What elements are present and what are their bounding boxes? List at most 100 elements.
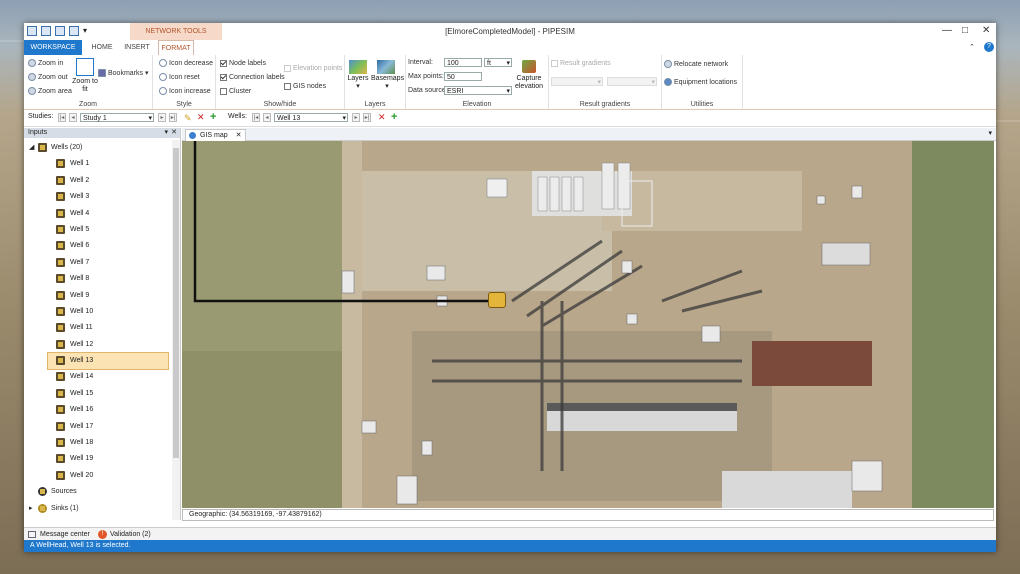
well-label: Well 13 <box>70 357 94 365</box>
tab-close-icon[interactable]: ✕ <box>236 132 242 139</box>
wellhead-icon <box>56 257 65 267</box>
scrollbar-thumb[interactable] <box>173 148 179 458</box>
gis-nodes-checkbox[interactable]: GIS nodes <box>284 83 326 90</box>
tree-node-well[interactable]: Well 13 <box>47 352 169 371</box>
tree-node-well[interactable]: Well 9 <box>24 288 170 304</box>
layers-icon[interactable] <box>349 60 367 74</box>
gradient-case-select[interactable]: ▾ <box>607 77 657 86</box>
tab-message-center[interactable]: Message center <box>28 529 90 540</box>
gradient-property-select[interactable]: ▾ <box>551 77 603 86</box>
document-tab-bar: GIS map ✕ ▾ <box>182 128 996 141</box>
elevation-points-checkbox[interactable]: Elevation points <box>284 65 342 72</box>
first-study-button[interactable]: |◂ <box>58 113 66 122</box>
data-source-select[interactable]: ESRI ▾ <box>444 86 512 95</box>
tree-node-sources[interactable]: Sources <box>24 484 170 500</box>
ribbon: Zoom in Zoom out Zoom area Zoom to fit B… <box>24 55 996 110</box>
tree-node-well[interactable]: Well 3 <box>24 189 170 205</box>
edit-study-icon[interactable]: ✎ <box>184 113 192 124</box>
basemaps-button[interactable]: Basemaps ▾ <box>371 75 404 90</box>
tree-node-well[interactable]: Well 2 <box>24 173 170 189</box>
tree-node-wells[interactable]: ◢ Wells (20) <box>24 140 170 156</box>
gis-map-canvas[interactable] <box>182 141 994 508</box>
minimize-icon[interactable]: — <box>942 25 952 36</box>
zoom-to-fit-button[interactable]: Zoom to fit <box>70 78 100 94</box>
icon-decrease-button[interactable]: Icon decrease <box>159 59 213 67</box>
collapse-icon[interactable]: ◢ <box>29 140 34 156</box>
tree-node-sinks[interactable]: ▸ Sinks (1) <box>24 501 170 517</box>
wellhead-icon <box>56 421 65 431</box>
ribbon-collapse-icon[interactable]: ⌃ <box>969 43 975 51</box>
well-label: Well 10 <box>70 307 94 315</box>
pane-close-icon[interactable]: ✕ <box>171 128 177 138</box>
first-well-button[interactable]: |◂ <box>252 113 260 122</box>
warning-icon: ! <box>98 530 107 539</box>
tree-node-well[interactable]: Well 16 <box>24 402 170 418</box>
node-labels-checkbox[interactable]: Node labels <box>220 60 266 67</box>
zoom-out-button[interactable]: Zoom out <box>28 73 68 81</box>
tree-node-well[interactable]: Well 11 <box>24 320 170 336</box>
next-study-button[interactable]: ▸ <box>158 113 166 122</box>
interval-unit-select[interactable]: ft ▾ <box>484 58 512 67</box>
last-study-button[interactable]: ▸| <box>169 113 177 122</box>
well-label: Well 12 <box>70 340 94 348</box>
study-select[interactable]: Study 1 ▾ <box>80 113 154 122</box>
help-icon[interactable]: ? <box>984 42 994 52</box>
icon-reset-button[interactable]: Icon reset <box>159 73 200 81</box>
last-well-button[interactable]: ▸| <box>363 113 371 122</box>
layers-button[interactable]: Layers ▾ <box>345 75 371 90</box>
zoom-in-button[interactable]: Zoom in <box>28 59 63 67</box>
relocate-network-button[interactable]: Relocate network <box>664 60 728 68</box>
wellhead-well-13-icon[interactable] <box>488 292 506 308</box>
next-well-button[interactable]: ▸ <box>352 113 360 122</box>
prev-well-button[interactable]: ◂ <box>263 113 271 122</box>
message-icon <box>28 531 36 538</box>
pane-dropdown-icon[interactable]: ▾ <box>164 128 168 138</box>
prev-study-button[interactable]: ◂ <box>69 113 77 122</box>
basemaps-icon[interactable] <box>377 60 395 74</box>
add-study-icon[interactable]: + <box>210 111 216 123</box>
well-select[interactable]: Well 13 ▾ <box>274 113 348 122</box>
capture-elevation-button[interactable]: Capture elevation <box>510 75 548 91</box>
tree-node-well[interactable]: Well 7 <box>24 255 170 271</box>
connection-labels-checkbox[interactable]: Connection labels <box>220 74 285 81</box>
capture-elevation-icon[interactable] <box>522 60 536 73</box>
tab-workspace[interactable]: WORKSPACE <box>24 40 82 55</box>
maximize-icon[interactable]: □ <box>962 25 968 36</box>
tree-node-well[interactable]: Well 19 <box>24 451 170 467</box>
bookmarks-button[interactable]: Bookmarks ▾ <box>98 69 149 77</box>
close-icon[interactable]: ✕ <box>982 25 990 36</box>
zoom-area-button[interactable]: Zoom area <box>28 87 72 95</box>
tree-node-well[interactable]: Well 17 <box>24 419 170 435</box>
cluster-checkbox[interactable]: Cluster <box>220 88 251 95</box>
delete-study-icon[interactable]: ✕ <box>197 112 205 123</box>
tree-node-well[interactable]: Well 18 <box>24 435 170 451</box>
tree-node-well[interactable]: Well 14 <box>24 369 170 385</box>
result-gradients-checkbox[interactable]: Result gradients <box>551 60 611 67</box>
interval-input[interactable]: 100 <box>444 58 482 67</box>
equipment-locations-button[interactable]: Equipment locations <box>664 78 737 86</box>
tab-gis-map[interactable]: GIS map ✕ <box>185 129 247 141</box>
tree-node-well[interactable]: Well 20 <box>24 468 170 484</box>
delete-well-icon[interactable]: ✕ <box>378 112 386 123</box>
tree-node-well[interactable]: Well 5 <box>24 222 170 238</box>
tab-insert[interactable]: INSERT <box>122 40 152 55</box>
tree-node-well[interactable]: Well 8 <box>24 271 170 287</box>
tree-node-well[interactable]: Well 12 <box>24 337 170 353</box>
tree-node-well[interactable]: Well 4 <box>24 206 170 222</box>
tree-node-well[interactable]: Well 6 <box>24 238 170 254</box>
icon-increase-button[interactable]: Icon increase <box>159 87 211 95</box>
inputs-scrollbar[interactable] <box>172 140 180 520</box>
tab-home[interactable]: HOME <box>88 40 116 55</box>
zoom-to-fit-icon[interactable] <box>76 58 94 76</box>
max-points-input[interactable]: 50 <box>444 72 482 81</box>
add-well-icon[interactable]: + <box>391 111 397 123</box>
tree-node-well[interactable]: Well 15 <box>24 386 170 402</box>
tab-format[interactable]: FORMAT <box>158 40 194 56</box>
tree-node-well[interactable]: Well 10 <box>24 304 170 320</box>
expand-icon[interactable]: ▸ <box>29 501 33 517</box>
tab-list-dropdown-icon[interactable]: ▾ <box>988 129 992 137</box>
chevron-down-icon: ▾ <box>506 60 510 67</box>
tab-validation[interactable]: ! Validation (2) <box>98 529 151 540</box>
tree-node-well[interactable]: Well 1 <box>24 156 170 172</box>
well-label: Well 5 <box>70 225 90 233</box>
